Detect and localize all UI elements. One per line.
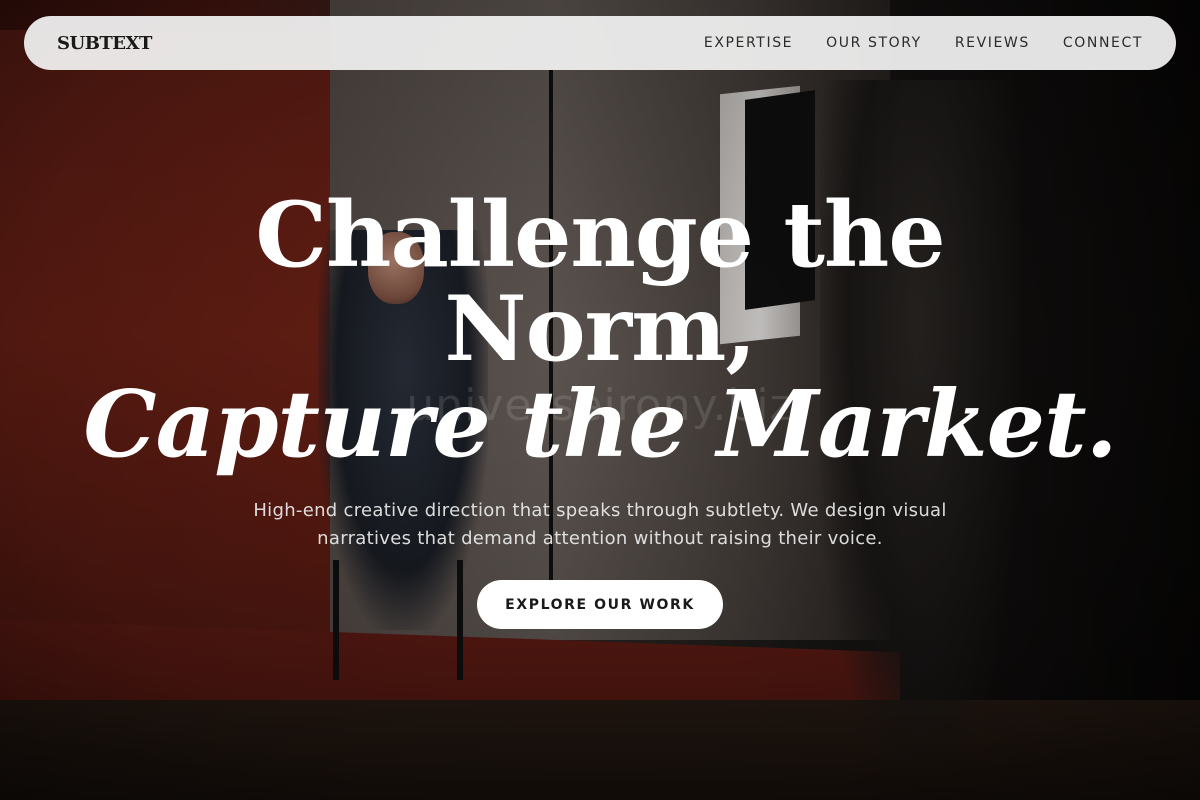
hero-subcopy: High-end creative direction that speaks … <box>253 500 947 549</box>
hero-section: universeirony.biz SUBTEXT EXPERTISE OUR … <box>0 0 1200 800</box>
headline-line-1: Challenge the <box>255 182 945 288</box>
brand-logo[interactable]: SUBTEXT <box>57 33 152 54</box>
nav-link-reviews[interactable]: REVIEWS <box>955 35 1030 51</box>
nav-link-expertise[interactable]: EXPERTISE <box>704 35 793 51</box>
explore-work-button[interactable]: EXPLORE OUR WORK <box>477 580 723 629</box>
nav-link-our-story[interactable]: OUR STORY <box>826 35 922 51</box>
nav-link-connect[interactable]: CONNECT <box>1063 35 1143 51</box>
headline-line-3: Capture the Market. <box>83 370 1117 478</box>
nav-links: EXPERTISE OUR STORY REVIEWS CONNECT <box>704 35 1143 51</box>
headline-line-2: Norm, <box>444 276 756 382</box>
top-navigation: SUBTEXT EXPERTISE OUR STORY REVIEWS CONN… <box>24 16 1176 70</box>
hero-headline: Challenge the Norm, Capture the Market. <box>0 188 1200 472</box>
